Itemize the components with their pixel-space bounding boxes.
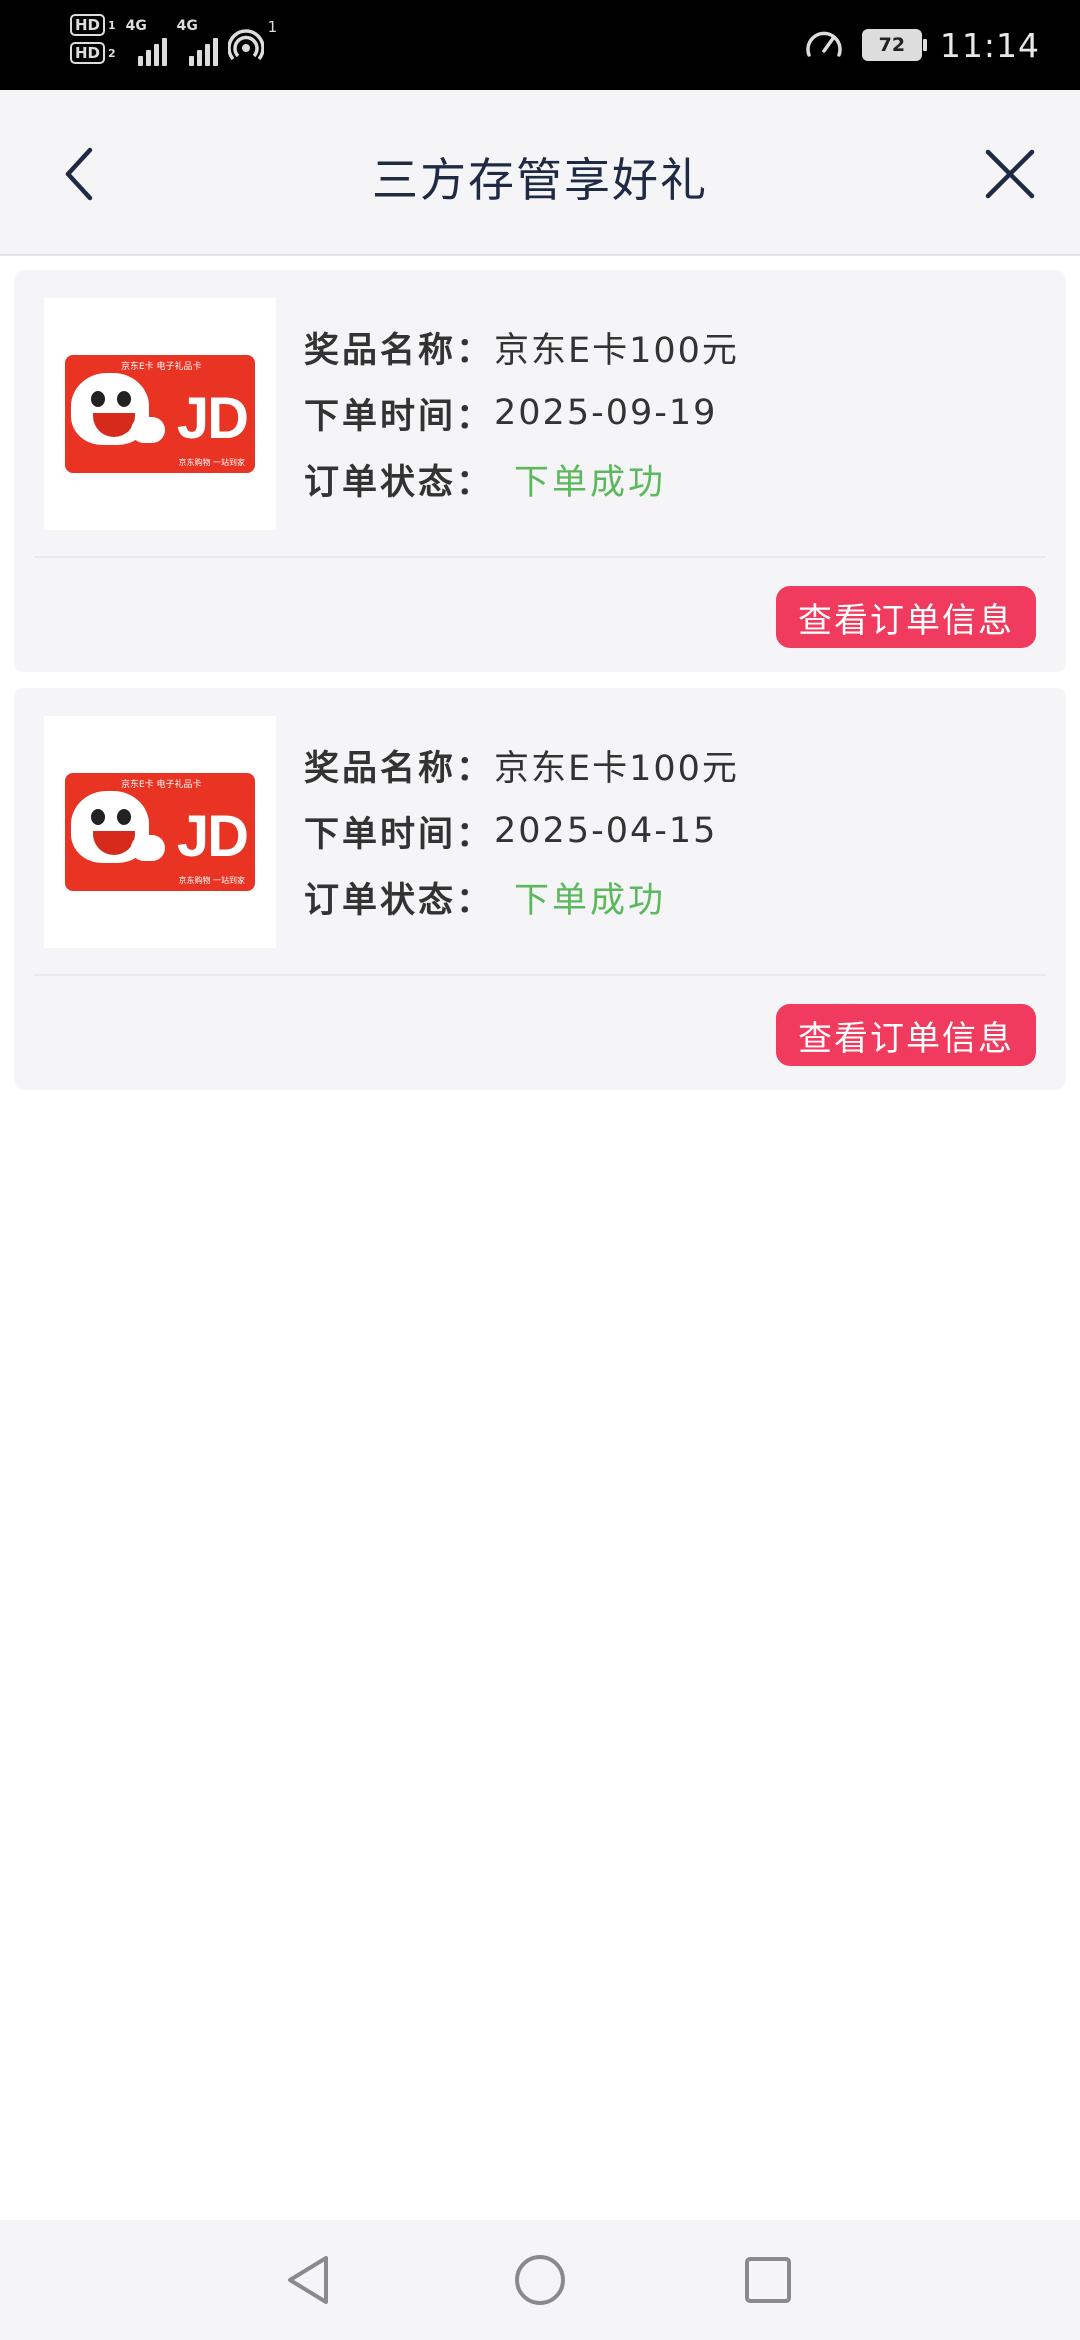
status-left: HD 1 HD 2 4G 4G 1	[70, 14, 277, 76]
prize-name-value: 京东E卡100元	[494, 330, 739, 371]
card-brand-text: 京东E卡 电子礼品卡	[121, 362, 202, 372]
nav-header: 三方存管享好礼	[0, 90, 1080, 256]
order-list: 京东E卡 电子礼品卡 JD 京东购物 一站到家 奖品名称： 京东E卡100元 下…	[14, 270, 1066, 1106]
status-bar: HD 1 HD 2 4G 4G 1 72 11:14	[0, 0, 1080, 90]
prize-name-row: 奖品名称： 京东E卡100元	[304, 732, 739, 798]
nav-home-button[interactable]	[508, 2248, 572, 2312]
view-order-info-button[interactable]: 查看订单信息	[776, 1004, 1036, 1066]
order-status-value: 下单成功	[514, 880, 667, 921]
sim-indicators: HD 1 HD 2	[70, 14, 116, 64]
order-status-value: 下单成功	[514, 462, 667, 503]
page-title: 三方存管享好礼	[372, 153, 708, 207]
sim2-number: 2	[108, 46, 116, 60]
order-status-label: 订单状态：	[304, 462, 495, 503]
order-status-row: 订单状态： 下单成功	[304, 864, 739, 930]
order-time-row: 下单时间： 2025-09-19	[304, 380, 739, 446]
jd-gift-card-image: 京东E卡 电子礼品卡 JD 京东购物 一站到家	[65, 355, 255, 473]
prize-name-row: 奖品名称： 京东E卡100元	[304, 314, 739, 380]
system-nav-bar	[0, 2220, 1080, 2340]
card-divider	[34, 974, 1046, 976]
order-status-label: 订单状态：	[304, 880, 495, 921]
status-right: 72 11:14	[804, 0, 1040, 90]
nav-back-button[interactable]	[276, 2248, 340, 2312]
order-card: 京东E卡 电子礼品卡 JD 京东购物 一站到家 奖品名称： 京东E卡100元 下…	[14, 688, 1066, 1090]
prize-image: 京东E卡 电子礼品卡 JD 京东购物 一站到家	[44, 298, 276, 530]
signal-1-icon: 4G	[126, 18, 167, 66]
triangle-back-icon	[288, 2256, 328, 2304]
jd-logo: JD	[176, 386, 249, 451]
prize-image: 京东E卡 电子礼品卡 JD 京东购物 一站到家	[44, 716, 276, 948]
close-icon	[985, 149, 1035, 199]
prize-name-value: 京东E卡100元	[494, 748, 739, 789]
order-status-row: 订单状态： 下单成功	[304, 446, 739, 512]
order-card: 京东E卡 电子礼品卡 JD 京东购物 一站到家 奖品名称： 京东E卡100元 下…	[14, 270, 1066, 672]
card-divider	[34, 556, 1046, 558]
prize-name-label: 奖品名称：	[304, 330, 495, 371]
network-2-label: 4G	[176, 18, 198, 34]
view-order-info-button[interactable]: 查看订单信息	[776, 586, 1036, 648]
card-slogan: 京东购物 一站到家	[178, 458, 245, 467]
sim2-indicator: HD 2	[70, 42, 116, 64]
sim1-indicator: HD 1	[70, 14, 116, 36]
card-brand-text: 京东E卡 电子礼品卡	[121, 780, 202, 790]
clock: 11:14	[939, 25, 1040, 65]
close-button[interactable]	[970, 134, 1050, 214]
battery-level: 72	[878, 34, 906, 56]
order-time-label: 下单时间：	[304, 396, 495, 437]
signal-2-icon: 4G	[177, 18, 218, 66]
nav-recents-button[interactable]	[736, 2248, 800, 2312]
order-time-row: 下单时间： 2025-04-15	[304, 798, 739, 864]
sim1-number: 1	[108, 18, 116, 32]
hotspot-icon: 1	[226, 18, 277, 68]
sim2-hd-label: HD	[70, 42, 106, 64]
order-time-value: 2025-04-15	[494, 811, 718, 851]
order-time-label: 下单时间：	[304, 814, 495, 855]
sim1-hd-label: HD	[70, 14, 106, 36]
jd-gift-card-image: 京东E卡 电子礼品卡 JD 京东购物 一站到家	[65, 773, 255, 891]
speed-gauge-icon	[804, 25, 844, 65]
card-slogan: 京东购物 一站到家	[178, 876, 245, 885]
order-info: 奖品名称： 京东E卡100元 下单时间： 2025-04-15 订单状态： 下单…	[304, 732, 739, 930]
battery-icon: 72	[861, 29, 927, 61]
order-info: 奖品名称： 京东E卡100元 下单时间： 2025-09-19 订单状态： 下单…	[304, 314, 739, 512]
square-recents-icon	[745, 2257, 791, 2303]
order-time-value: 2025-09-19	[494, 393, 718, 433]
network-1-label: 4G	[125, 18, 147, 34]
circle-home-icon	[515, 2255, 565, 2305]
hotspot-count: 1	[267, 18, 278, 36]
jd-logo: JD	[176, 804, 249, 869]
prize-name-label: 奖品名称：	[304, 748, 495, 789]
